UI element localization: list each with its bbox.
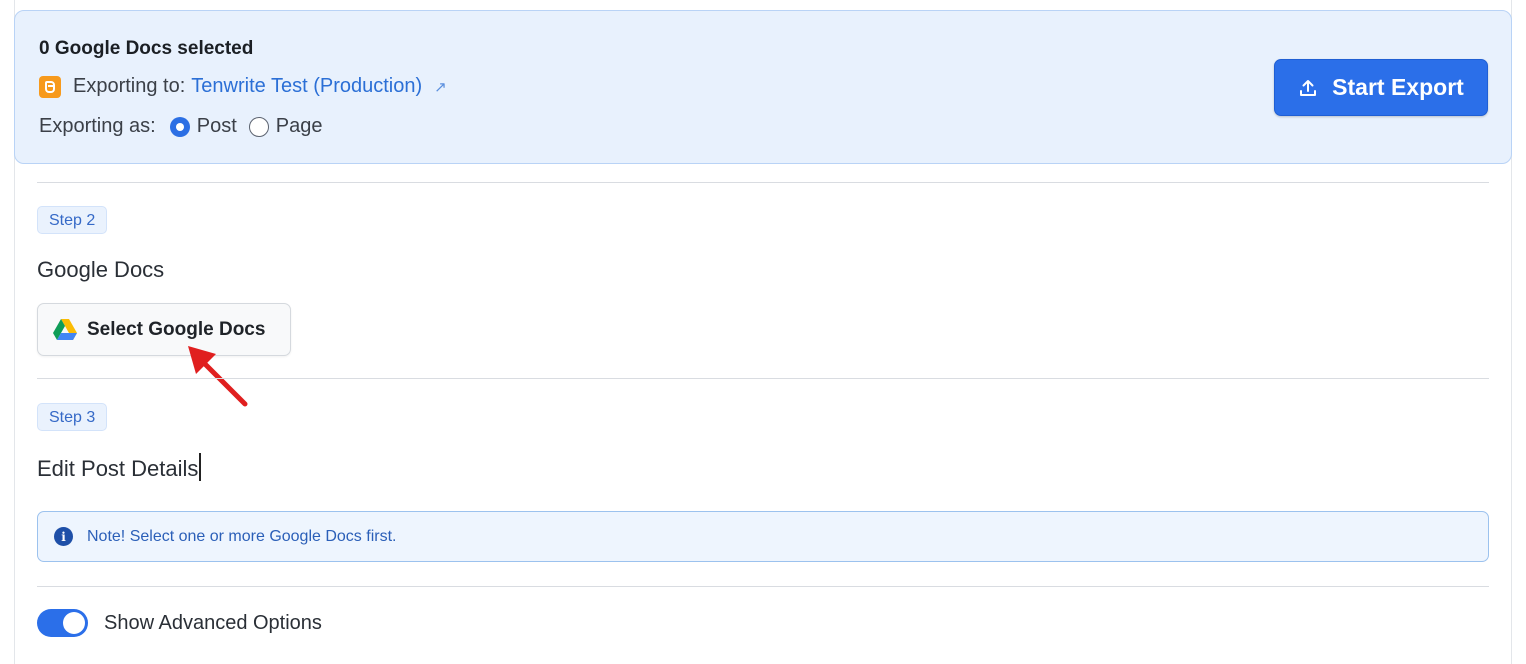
radio-page[interactable]: [248, 116, 269, 137]
select-google-docs-label: Select Google Docs: [87, 318, 266, 340]
page: 0 Google Docs selected Exporting to: Ten…: [0, 0, 1526, 664]
exporting-to-label: Exporting to:: [73, 75, 186, 97]
blogger-icon: [39, 75, 61, 98]
radio-page-label[interactable]: Page: [276, 115, 323, 138]
radio-post-label[interactable]: Post: [197, 115, 237, 138]
step-3-badge: Step 3: [37, 403, 108, 431]
edit-post-details-text: Edit Post Details: [37, 456, 199, 481]
annotation-arrow-icon: [188, 346, 248, 407]
advanced-options-label[interactable]: Show Advanced Options: [104, 612, 322, 635]
info-icon: i: [54, 527, 73, 546]
start-export-label: Start Export: [1332, 74, 1464, 100]
selected-count: 0 Google Docs selected: [39, 38, 254, 59]
divider: [37, 182, 1489, 183]
step-2-badge: Step 2: [37, 206, 108, 234]
google-docs-title: Google Docs: [37, 257, 165, 282]
radio-post[interactable]: [169, 116, 190, 137]
toggle-knob: [63, 612, 85, 634]
export-bar: 0 Google Docs selected Exporting to: Ten…: [14, 10, 1512, 164]
start-export-button[interactable]: Start Export: [1274, 59, 1488, 116]
note-text: Note! Select one or more Google Docs fir…: [87, 527, 397, 545]
text-caret: [199, 453, 201, 481]
divider: [37, 378, 1489, 379]
export-as-row: Exporting as: Post Page: [39, 115, 322, 138]
external-link-icon[interactable]: ↗: [434, 78, 447, 96]
select-google-docs-button[interactable]: Select Google Docs: [37, 303, 291, 356]
site-link[interactable]: Tenwrite Test (Production): [191, 75, 422, 98]
upload-icon: [1300, 79, 1317, 96]
edit-post-details-title: Edit Post Details: [37, 453, 201, 482]
exporting-as-label: Exporting as:: [39, 115, 156, 137]
google-drive-icon: [53, 319, 77, 340]
note-alert: i Note! Select one or more Google Docs f…: [37, 511, 1489, 562]
advanced-options-toggle[interactable]: [37, 609, 88, 637]
divider: [37, 586, 1489, 587]
export-destination-row: Exporting to: Tenwrite Test (Production)…: [39, 75, 447, 98]
advanced-options-row: Show Advanced Options: [37, 609, 322, 637]
